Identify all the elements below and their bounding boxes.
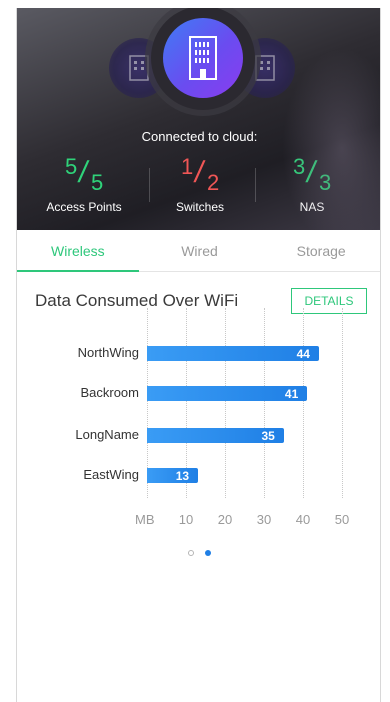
bar-value-label: 13 xyxy=(175,469,190,483)
bar-value-label: 44 xyxy=(296,347,310,361)
gridline xyxy=(303,308,304,498)
gridline xyxy=(225,308,226,498)
fraction-slash: / xyxy=(76,156,91,189)
wifi-usage-chart: NorthWing 44 Backroom 41 LongName 35 EastWing 1… xyxy=(17,308,380,538)
access-points-total: 5 xyxy=(91,170,104,195)
stat-divider xyxy=(255,168,256,202)
nas-total: 3 xyxy=(319,170,332,195)
page-dot-1[interactable] xyxy=(188,549,195,556)
bar-value-label: 35 xyxy=(261,429,275,443)
gridline xyxy=(342,308,343,498)
building-icon xyxy=(189,36,217,80)
page-indicator xyxy=(17,544,380,562)
x-tick-label: 30 xyxy=(256,512,272,527)
access-points-count: 5 xyxy=(65,154,78,179)
access-points-stat[interactable]: 5 / 5 Access Points xyxy=(29,150,139,214)
x-tick-label: 40 xyxy=(295,512,311,527)
category-label: LongName xyxy=(75,427,139,442)
switches-stat[interactable]: 1 / 2 Switches xyxy=(145,150,255,214)
category-label: Backroom xyxy=(80,385,139,400)
category-label: EastWing xyxy=(83,467,139,482)
fraction-slash: / xyxy=(192,156,207,189)
tab-storage[interactable]: Storage xyxy=(260,230,380,271)
tab-wired[interactable]: Wired xyxy=(139,230,261,271)
axis-unit-label: MB xyxy=(135,512,155,527)
bar[interactable] xyxy=(147,468,198,483)
x-tick-label: 20 xyxy=(217,512,233,527)
category-label: NorthWing xyxy=(77,345,139,360)
fraction-slash: / xyxy=(304,156,319,189)
tab-wireless[interactable]: Wireless xyxy=(17,230,139,272)
gridline xyxy=(264,308,265,498)
bar[interactable] xyxy=(147,386,307,401)
page-dot-2[interactable] xyxy=(204,549,211,556)
tab-bar: Wireless Wired Storage xyxy=(17,230,380,272)
building-icon xyxy=(129,55,149,81)
cloud-status-label: Connected to cloud: xyxy=(141,129,258,144)
nas-count: 3 xyxy=(293,154,306,179)
bar-value-label: 41 xyxy=(284,387,299,401)
switches-total: 2 xyxy=(207,170,220,195)
x-tick-label: 50 xyxy=(334,512,350,527)
x-tick-label: 10 xyxy=(178,512,194,527)
cloud-status-header: Connected to cloud: 5 / 5 Access Points … xyxy=(17,8,380,230)
main-site-orb[interactable] xyxy=(163,18,243,98)
access-points-caption: Access Points xyxy=(46,200,122,214)
nas-caption: NAS xyxy=(299,200,325,214)
app-frame: Connected to cloud: 5 / 5 Access Points … xyxy=(16,8,381,702)
switches-count: 1 xyxy=(181,154,194,179)
bar[interactable] xyxy=(147,346,319,361)
nas-stat[interactable]: 3 / 3 NAS xyxy=(257,150,367,214)
switches-caption: Switches xyxy=(175,200,225,214)
building-icon xyxy=(255,55,275,81)
